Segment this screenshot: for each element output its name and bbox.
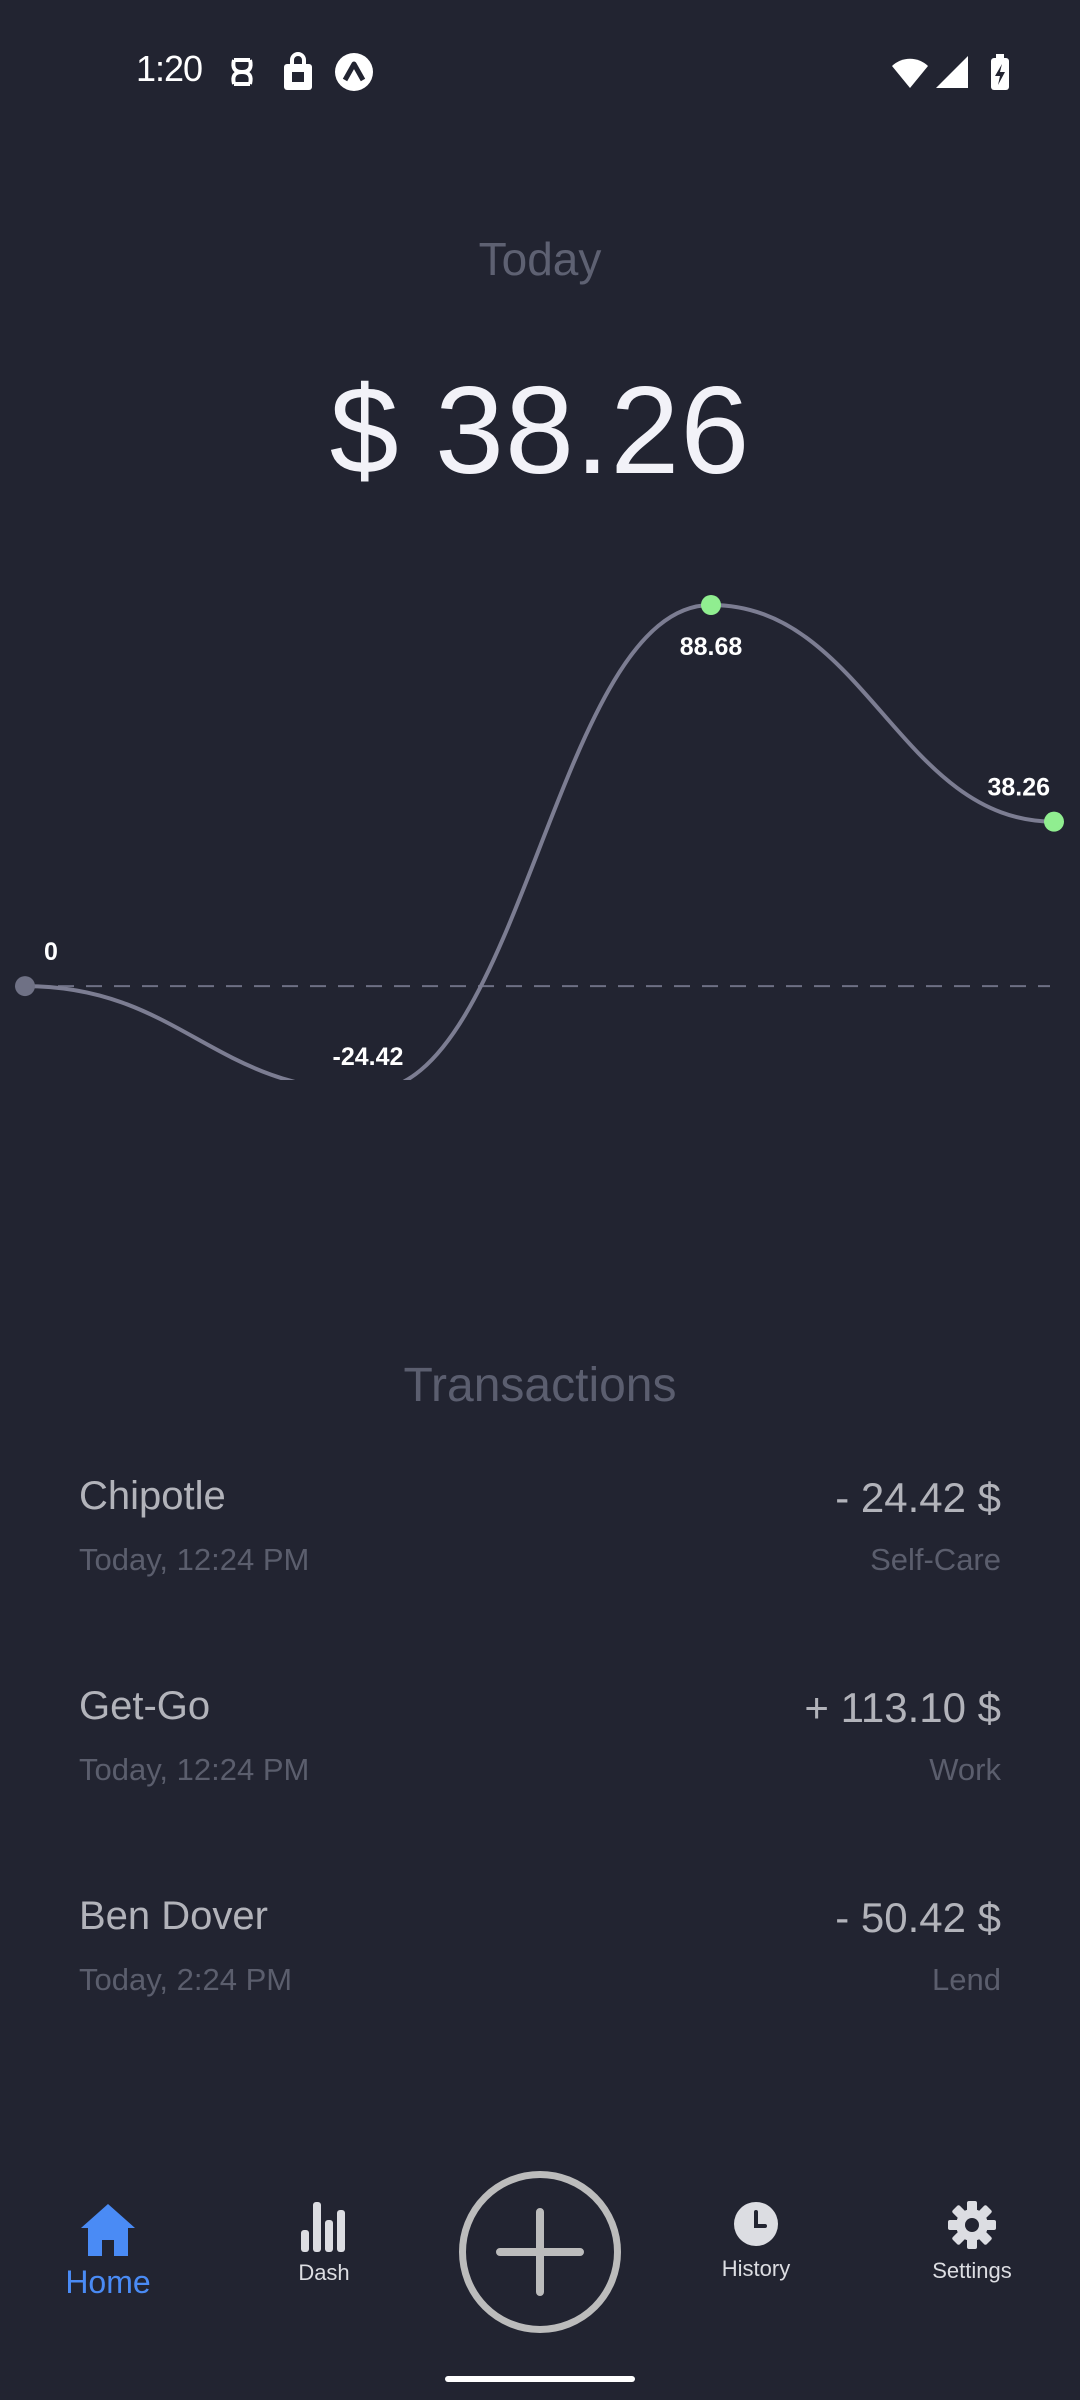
transaction-name: Get-Go	[79, 1684, 211, 1728]
clock-icon	[734, 2202, 778, 2246]
transactions-title: Transactions	[403, 1359, 677, 1412]
chart-point-label: 0	[44, 938, 58, 966]
transaction-row[interactable]: Ben Dover Today, 2:24 PM - 50.42 $ Lend	[79, 1894, 1001, 2014]
chart-point-label: 88.68	[680, 633, 743, 661]
transaction-row[interactable]: Chipotle Today, 12:24 PM - 24.42 $ Self-…	[79, 1474, 1001, 1594]
nav-history-label: History	[721, 2256, 791, 2281]
nav-home[interactable]: Home	[28, 2200, 188, 2301]
nav-history[interactable]: History	[676, 2200, 836, 2282]
chart-point	[15, 976, 35, 997]
plus-icon	[496, 2208, 584, 2296]
status-time: 1:20	[136, 48, 203, 89]
bar-chart-icon	[301, 2202, 345, 2252]
chart-point	[1044, 811, 1064, 832]
transaction-category: Work	[929, 1752, 1001, 1787]
transaction-name: Chipotle	[79, 1474, 226, 1518]
bottom-nav: Home Dash History Settings	[0, 2160, 1080, 2400]
transaction-name: Ben Dover	[79, 1894, 268, 1938]
wifi-icon	[892, 58, 928, 88]
chart-point-label: 38.26	[987, 774, 1050, 802]
shopping-bag-icon	[284, 52, 312, 90]
transaction-category: Self-Care	[870, 1542, 1001, 1577]
transaction-category: Lend	[932, 1962, 1001, 1997]
transaction-amount: - 50.42 $	[835, 1894, 1001, 1941]
nav-home-label: Home	[65, 2264, 151, 2300]
balance-chart: 0 -24.42 88.68 38.26	[15, 595, 1064, 1080]
transaction-date: Today, 2:24 PM	[79, 1962, 293, 1997]
battery-charging-icon	[991, 54, 1009, 90]
home-icon	[81, 2204, 135, 2256]
signal-icon	[936, 56, 968, 88]
chart-point-label: -24.42	[333, 1043, 404, 1071]
transaction-date: Today, 12:24 PM	[79, 1542, 310, 1577]
transaction-amount: + 113.10 $	[804, 1684, 1001, 1731]
transaction-date: Today, 12:24 PM	[79, 1752, 310, 1787]
status-bar: 1:20	[0, 0, 1080, 140]
nav-settings-label: Settings	[932, 2258, 1012, 2283]
app-icon	[335, 53, 373, 91]
balance-line	[24, 602, 1055, 1080]
add-transaction-button[interactable]	[459, 2171, 621, 2333]
chart-point	[701, 595, 721, 615]
nav-dash-label: Dash	[298, 2260, 350, 2285]
nav-dash[interactable]: Dash	[244, 2200, 404, 2286]
period-label: Today	[478, 233, 602, 285]
nav-settings[interactable]: Settings	[892, 2200, 1052, 2284]
home-indicator	[445, 2376, 635, 2382]
transaction-row[interactable]: Get-Go Today, 12:24 PM + 113.10 $ Work	[79, 1684, 1001, 1804]
balance-amount: $ 38.26	[329, 362, 751, 500]
transaction-amount: - 24.42 $	[835, 1474, 1001, 1521]
gear-icon	[948, 2201, 996, 2249]
notification-icon	[231, 58, 253, 86]
